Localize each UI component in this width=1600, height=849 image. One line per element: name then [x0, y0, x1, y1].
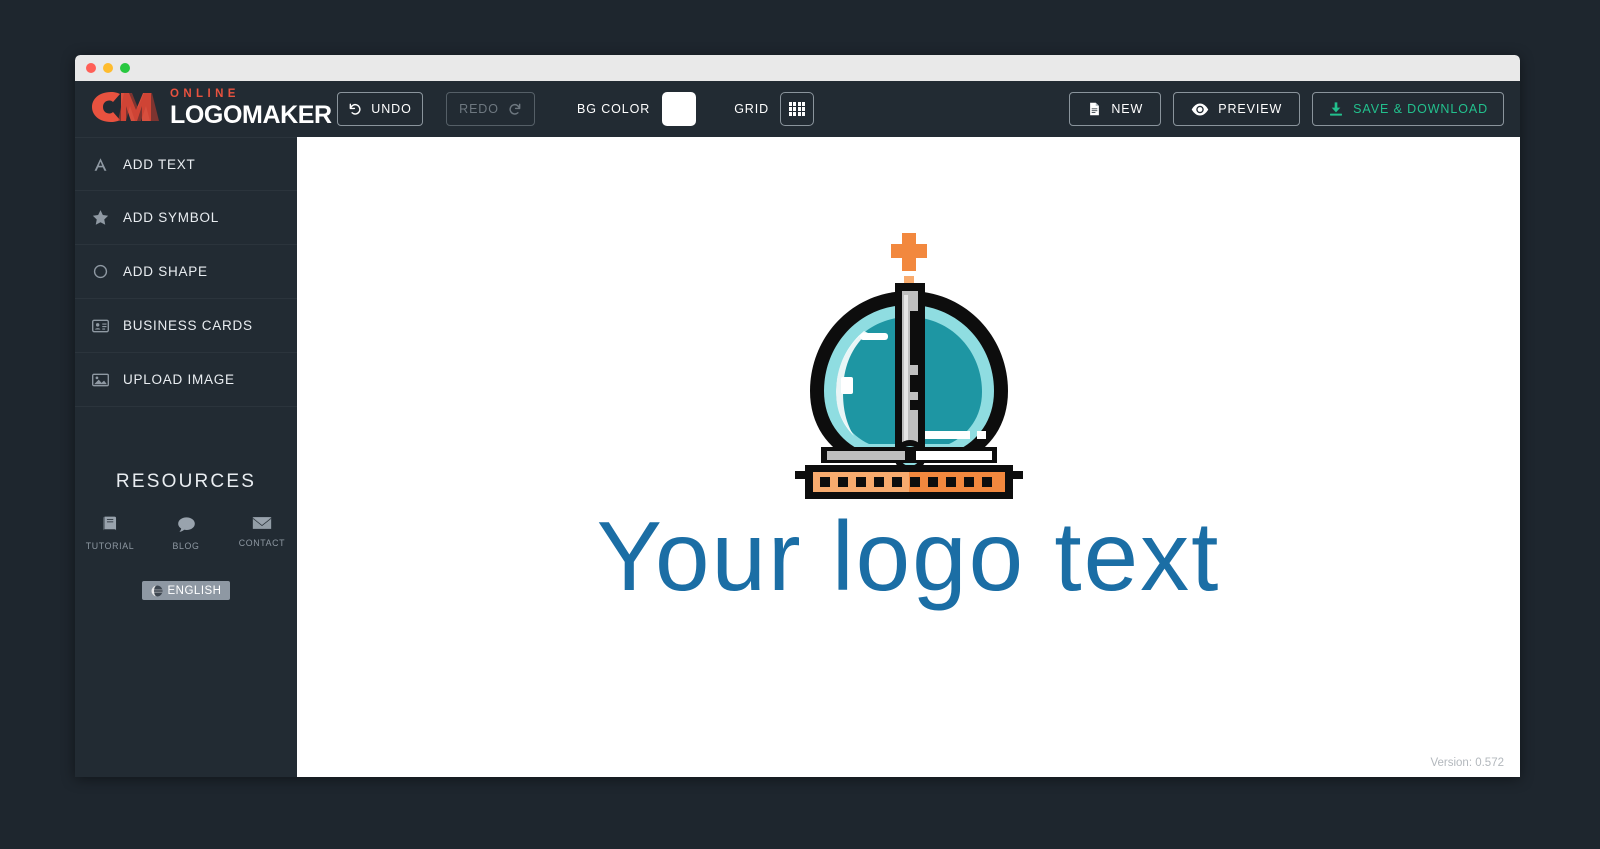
resource-link-contact[interactable]: CONTACT [237, 515, 287, 551]
grid-label: GRID [734, 102, 770, 116]
envelope-icon [252, 515, 272, 531]
sidebar-item-upload-image[interactable]: UPLOAD IMAGE [75, 353, 297, 407]
sidebar-item-label: ADD SYMBOL [123, 210, 220, 225]
star-icon [91, 209, 110, 226]
id-card-icon [91, 319, 110, 333]
window-close-button[interactable] [86, 63, 96, 73]
eye-icon [1191, 103, 1209, 116]
resource-link-tutorial[interactable]: TUTORIAL [85, 515, 135, 551]
sidebar-item-label: ADD SHAPE [123, 264, 208, 279]
undo-arrow-icon [348, 102, 362, 116]
logo-composition: Your logo text [297, 225, 1520, 605]
base-bar [794, 465, 1023, 499]
bg-color-swatch[interactable] [662, 92, 697, 126]
app-root: ONLINE LOGOMAKER UNDO REDO BG COLOR GRID… [0, 0, 1600, 849]
version-label: Version: 0.572 [1430, 757, 1504, 769]
grid-control: GRID [734, 92, 815, 126]
app-header: ONLINE LOGOMAKER UNDO REDO BG COLOR GRID… [75, 81, 1520, 137]
resource-link-label: BLOG [172, 541, 200, 551]
redo-label: REDO [459, 102, 499, 116]
bg-color-control: BG COLOR [577, 92, 697, 126]
sidebar-item-label: ADD TEXT [123, 156, 196, 172]
grid-toggle-button[interactable] [780, 92, 815, 126]
text-a-icon [91, 157, 110, 172]
central-mast [893, 283, 926, 472]
browser-window: ONLINE LOGOMAKER UNDO REDO BG COLOR GRID… [75, 55, 1520, 777]
sidebar-item-label: UPLOAD IMAGE [123, 372, 235, 387]
image-icon [91, 373, 110, 387]
speech-bubble-icon [177, 515, 196, 534]
language-selector[interactable]: ENGLISH [142, 581, 230, 600]
brand-logo-text: LOGO [170, 100, 243, 129]
antenna-cross [890, 233, 927, 287]
sidebar-item-label: BUSINESS CARDS [123, 318, 253, 333]
brand-maker-text: MAKER [242, 100, 332, 129]
resources-links: TUTORIAL BLOG CONTACT [75, 515, 297, 551]
sidebar-item-add-shape[interactable]: ADD SHAPE [75, 245, 297, 299]
resource-link-label: TUTORIAL [85, 541, 135, 551]
save-download-label: SAVE & DOWNLOAD [1353, 102, 1488, 116]
book-icon [101, 515, 120, 534]
new-label: NEW [1111, 102, 1144, 116]
preview-button[interactable]: PREVIEW [1173, 92, 1301, 126]
resource-link-blog[interactable]: BLOG [161, 515, 211, 551]
hot-air-balloon-crown-mark[interactable] [764, 225, 1054, 515]
sidebar-item-add-text[interactable]: ADD TEXT [75, 137, 297, 191]
cm-monogram-icon [91, 90, 163, 129]
circle-icon [91, 264, 110, 279]
save-download-button[interactable]: SAVE & DOWNLOAD [1312, 92, 1504, 126]
window-minimize-button[interactable] [103, 63, 113, 73]
language-label: ENGLISH [167, 584, 222, 597]
sidebar-item-business-cards[interactable]: BUSINESS CARDS [75, 299, 297, 353]
preview-label: PREVIEW [1218, 102, 1283, 116]
sidebar-item-add-symbol[interactable]: ADD SYMBOL [75, 191, 297, 245]
resource-link-label: CONTACT [238, 538, 286, 548]
grid-icon [789, 102, 806, 116]
resources-section: RESOURCES TUTORIAL BLOG CONTACT ENGLISH [75, 471, 297, 600]
logo-canvas[interactable]: Your logo text Version: 0.572 [297, 137, 1520, 777]
header-actions: NEW PREVIEW SAVE & DOWNLOAD [1069, 92, 1504, 126]
brand-logo[interactable]: ONLINE LOGOMAKER [91, 89, 332, 129]
undo-label: UNDO [371, 102, 412, 116]
undo-button[interactable]: UNDO [337, 92, 423, 126]
document-icon [1087, 101, 1102, 117]
resources-title: RESOURCES [115, 471, 257, 492]
globe-icon [151, 585, 163, 597]
app-body: ADD TEXT ADD SYMBOL ADD SHAPE BUSINESS C… [75, 137, 1520, 777]
logo-text[interactable]: Your logo text [597, 507, 1221, 605]
brand-online-text: ONLINE [170, 88, 240, 101]
download-icon [1328, 101, 1344, 117]
basket-rail [820, 447, 997, 463]
window-titlebar [75, 55, 1520, 81]
redo-arrow-icon [508, 102, 522, 116]
new-button[interactable]: NEW [1069, 92, 1162, 126]
window-maximize-button[interactable] [120, 63, 130, 73]
bg-color-label: BG COLOR [577, 102, 651, 116]
sidebar: ADD TEXT ADD SYMBOL ADD SHAPE BUSINESS C… [75, 137, 297, 777]
redo-button[interactable]: REDO [446, 92, 535, 126]
